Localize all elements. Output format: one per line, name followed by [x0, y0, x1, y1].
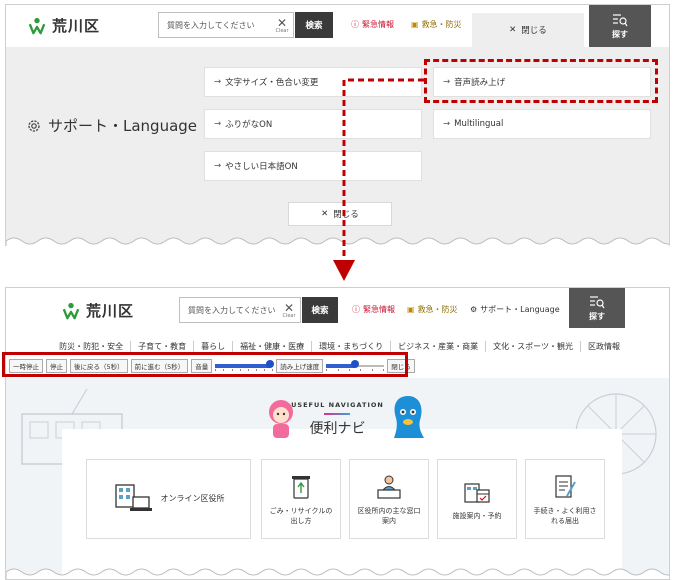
close-icon: ✕	[509, 25, 517, 35]
close-support-tab[interactable]: ✕ 閉じる	[472, 13, 584, 47]
reception-counter-icon	[377, 475, 401, 499]
close-button-label: 閉じる	[333, 210, 359, 220]
disaster-link[interactable]: ▣ 救急・防災	[411, 19, 462, 30]
emergency-link[interactable]: ⓘ 緊急情報	[352, 304, 395, 315]
option-label: Multilingual	[454, 119, 504, 129]
facility-calendar-icon	[464, 483, 490, 503]
disaster-link[interactable]: ▣ 救急・防災	[407, 304, 458, 315]
card-label: オンライン区役所	[160, 494, 225, 503]
option-label: 文字サイズ・色合い変更	[225, 78, 319, 88]
card-label: ごみ・リサイクルの 出し方	[269, 506, 333, 526]
logo-text: 荒川区	[86, 302, 135, 320]
option-furigana[interactable]: → ふりがなON	[204, 109, 422, 139]
close-support-button[interactable]: ✕ 閉じる	[288, 202, 392, 226]
wave-divider	[6, 237, 669, 246]
search-placeholder: 質問を入力してください	[188, 305, 276, 315]
wave-divider	[6, 568, 669, 579]
siren-icon: ▣	[411, 20, 419, 29]
option-label: やさしい日本語ON	[225, 162, 298, 172]
nav-business[interactable]: ビジネス・産業・商業	[390, 340, 485, 352]
close-icon: ✕	[276, 15, 288, 30]
nav-government[interactable]: 区政情報	[580, 340, 627, 352]
emergency-label: 緊急情報	[363, 305, 395, 314]
card-label: 手続き・よく利用さ れる届出	[533, 506, 597, 526]
disaster-label: 救急・防災	[421, 20, 462, 29]
arrow-right-icon: →	[214, 119, 222, 129]
alert-icon: ⓘ	[351, 20, 359, 29]
arrow-right-icon: →	[443, 119, 451, 129]
card-label: 区役所内の主な窓口 案内	[357, 506, 421, 526]
option-text-size[interactable]: → 文字サイズ・色合い変更	[204, 67, 422, 97]
highlight-box-tts-option	[424, 59, 658, 103]
alert-icon: ⓘ	[352, 305, 360, 314]
search-input[interactable]: 質問を入力してください ✕ Clear	[179, 297, 301, 323]
nav-childcare[interactable]: 子育て・教育	[130, 340, 193, 352]
search-menu-button[interactable]: 探す	[589, 5, 651, 47]
building-laptop-icon	[114, 484, 152, 511]
gear-icon: ⚙	[470, 305, 478, 314]
useful-navigation-title: USEFUL NAVIGATION	[291, 401, 384, 409]
card-office-counter[interactable]: 区役所内の主な窓口 案内	[349, 459, 429, 539]
clear-label: Clear	[282, 312, 296, 319]
siren-icon: ▣	[407, 305, 415, 314]
nav-living[interactable]: 暮らし	[193, 340, 232, 352]
clear-button[interactable]: ✕ Clear	[271, 17, 293, 34]
arakawa-logo-icon	[62, 302, 80, 319]
useful-navigation-jp-title: 便利ナビ	[309, 421, 366, 437]
close-icon: ✕	[321, 209, 329, 219]
logo-text: 荒川区	[52, 17, 101, 35]
close-tab-label: 閉じる	[521, 26, 547, 36]
clear-button[interactable]: ✕ Clear	[278, 302, 300, 319]
support-link[interactable]: ⚙ サポート・Language	[470, 304, 560, 315]
arrow-right-icon: →	[214, 161, 222, 171]
recycle-bin-icon	[292, 475, 310, 499]
search-placeholder: 質問を入力してください	[167, 20, 255, 30]
highlight-box-reader-toolbar	[2, 352, 408, 377]
support-title: サポート・Language	[26, 115, 197, 136]
title-underline	[324, 413, 350, 415]
option-label: ふりがなON	[225, 120, 273, 130]
card-garbage-recycling[interactable]: ごみ・リサイクルの 出し方	[261, 459, 341, 539]
search-input[interactable]: 質問を入力してください ✕ Clear	[158, 12, 294, 38]
emergency-link[interactable]: ⓘ 緊急情報	[351, 19, 394, 30]
site-logo[interactable]: 荒川区	[62, 300, 134, 321]
site-logo[interactable]: 荒川区	[28, 15, 100, 36]
gear-icon	[28, 119, 40, 132]
option-easy-japanese[interactable]: → やさしい日本語ON	[204, 151, 422, 181]
emergency-label: 緊急情報	[362, 20, 394, 29]
card-procedures[interactable]: 手続き・よく利用さ れる届出	[525, 459, 605, 539]
nav-disaster[interactable]: 防災・防犯・安全	[52, 341, 130, 352]
search-button[interactable]: 検索	[302, 297, 338, 323]
card-facility-booking[interactable]: 施設案内・予約	[437, 459, 517, 539]
nav-welfare[interactable]: 福祉・健康・医療	[232, 340, 311, 352]
search-button[interactable]: 検索	[295, 12, 333, 38]
support-title-text: サポート・Language	[48, 117, 198, 135]
support-panel-screenshot: 荒川区 質問を入力してください ✕ Clear 検索 ⓘ 緊急情報 ▣ 救急・防…	[5, 4, 670, 246]
search-list-icon	[590, 295, 605, 308]
support-link-label: サポート・Language	[480, 305, 560, 314]
nav-culture[interactable]: 文化・スポーツ・観光	[485, 340, 580, 352]
reader-panel-screenshot: 荒川区 質問を入力してください ✕ Clear 検索 ⓘ 緊急情報 ▣ 救急・防…	[5, 287, 670, 580]
nav-environment[interactable]: 環境・まちづくり	[311, 340, 390, 352]
close-icon: ✕	[283, 300, 295, 315]
card-online-office[interactable]: オンライン区役所	[86, 459, 251, 539]
arrow-right-icon: →	[214, 77, 222, 87]
search-list-icon	[613, 13, 628, 26]
search-menu-label: 探す	[612, 29, 628, 39]
clear-label: Clear	[275, 27, 289, 34]
document-pen-icon	[555, 474, 576, 498]
arakawa-logo-icon	[28, 17, 46, 34]
option-multilingual[interactable]: → Multilingual	[433, 109, 651, 139]
disaster-label: 救急・防災	[417, 305, 458, 314]
search-menu-button[interactable]: 探す	[569, 288, 625, 328]
search-menu-label: 探す	[589, 311, 605, 321]
card-label: 施設案内・予約	[452, 511, 502, 520]
